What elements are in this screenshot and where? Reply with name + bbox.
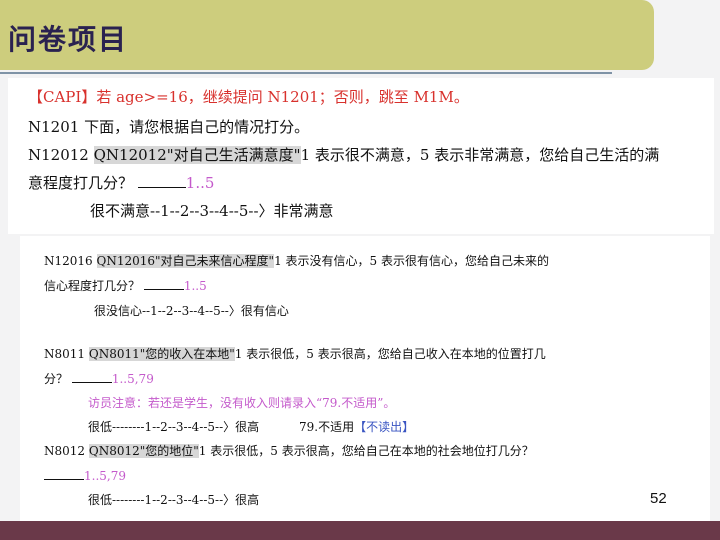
answer-range: 1..5	[183, 279, 207, 293]
rating-scale: 很低--------1--2--3--4--5--〉很高 79.不适用【不读出】	[88, 418, 414, 435]
question-text-cont: 意程度打几分？	[28, 174, 134, 192]
question-code: N12016	[44, 254, 93, 268]
question-panel-2: N12016 QN12016"对自己未来信心程度"1 表示没有信心，5 表示很有…	[20, 236, 710, 522]
question-n12012: N12012 QN12012"对自己生活满意度"1 表示很不满意，5 表示非常满…	[28, 144, 659, 165]
question-n8011: N8011 QN8011"您的收入在本地"1 表示很低，5 表示很高，您给自己收…	[44, 345, 546, 362]
footer-bar	[0, 521, 720, 540]
answer-blank	[143, 277, 184, 290]
not-applicable-option: 79.不适用	[299, 420, 355, 434]
page-title: 问卷项目	[8, 23, 129, 56]
answer-range: 1..5	[185, 174, 215, 192]
question-code: N8012	[44, 444, 86, 458]
question-text: 1 表示很低，5 表示很高，您给自己收入在本地的位置打几	[234, 347, 546, 361]
capi-instruction: 【CAPI】若 age>=16，继续提问 N1201；否则，跳至 M1M。	[28, 88, 469, 106]
page-number: 52	[650, 490, 667, 507]
question-n12012-line2: 意程度打几分？ 1..5	[28, 172, 214, 193]
interviewer-note: 访员注意：若还是学生，没有收入则请录入“79.不适用”。	[88, 396, 396, 410]
question-text: 1 表示没有信心，5 表示很有信心，您给自己未来的	[274, 254, 549, 268]
question-code: N12012	[28, 146, 89, 164]
answer-range: 1..5,79	[84, 469, 126, 483]
question-n12016: N12016 QN12016"对自己未来信心程度"1 表示没有信心，5 表示很有…	[44, 252, 549, 269]
answer-blank	[44, 467, 84, 480]
question-code: N8011	[44, 347, 86, 361]
title-divider	[0, 72, 612, 74]
rating-scale: 很不满意--1--2--3--4--5--〉非常满意	[90, 202, 334, 220]
question-n8011-line2: 分？ 1..5,79	[44, 370, 154, 387]
question-n1201: N1201 下面，请您根据自己的情况打分。	[28, 118, 310, 136]
question-n8012-line2: 1..5,79	[44, 467, 126, 483]
variable-tag: QN12012"对自己生活满意度"	[93, 146, 301, 164]
question-text-cont: 分？	[44, 372, 69, 386]
title-bar: 问卷项目	[0, 0, 654, 70]
question-text: 1 表示很低，5 表示很高，您给自己在本地的社会地位打几分？	[198, 444, 534, 458]
question-text-cont: 信心程度打几分？	[44, 279, 141, 293]
variable-tag: QN12016"对自己未来信心程度"	[96, 254, 275, 268]
rating-scale: 很低--------1--2--3--4--5--〉很高	[88, 493, 260, 507]
do-not-read-tag: 【不读出】	[354, 420, 415, 434]
rating-scale-text: 很低--------1--2--3--4--5--〉很高	[88, 420, 260, 434]
variable-tag: QN8012"您的地位"	[88, 444, 199, 458]
question-text: 1 表示很不满意，5 表示非常满意，您给自己生活的满	[300, 146, 660, 164]
question-n8012: N8012 QN8012"您的地位"1 表示很低，5 表示很高，您给自己在本地的…	[44, 442, 534, 459]
rating-scale: 很没信心--1--2--3--4--5--〉很有信心	[94, 304, 289, 318]
answer-range: 1..5,79	[111, 372, 154, 386]
question-panel-1: 【CAPI】若 age>=16，继续提问 N1201；否则，跳至 M1M。 N1…	[8, 78, 714, 234]
answer-blank	[71, 370, 112, 383]
question-n12016-line2: 信心程度打几分？ 1..5	[44, 277, 207, 294]
variable-tag: QN8011"您的收入在本地"	[88, 347, 235, 361]
answer-blank	[137, 175, 186, 188]
